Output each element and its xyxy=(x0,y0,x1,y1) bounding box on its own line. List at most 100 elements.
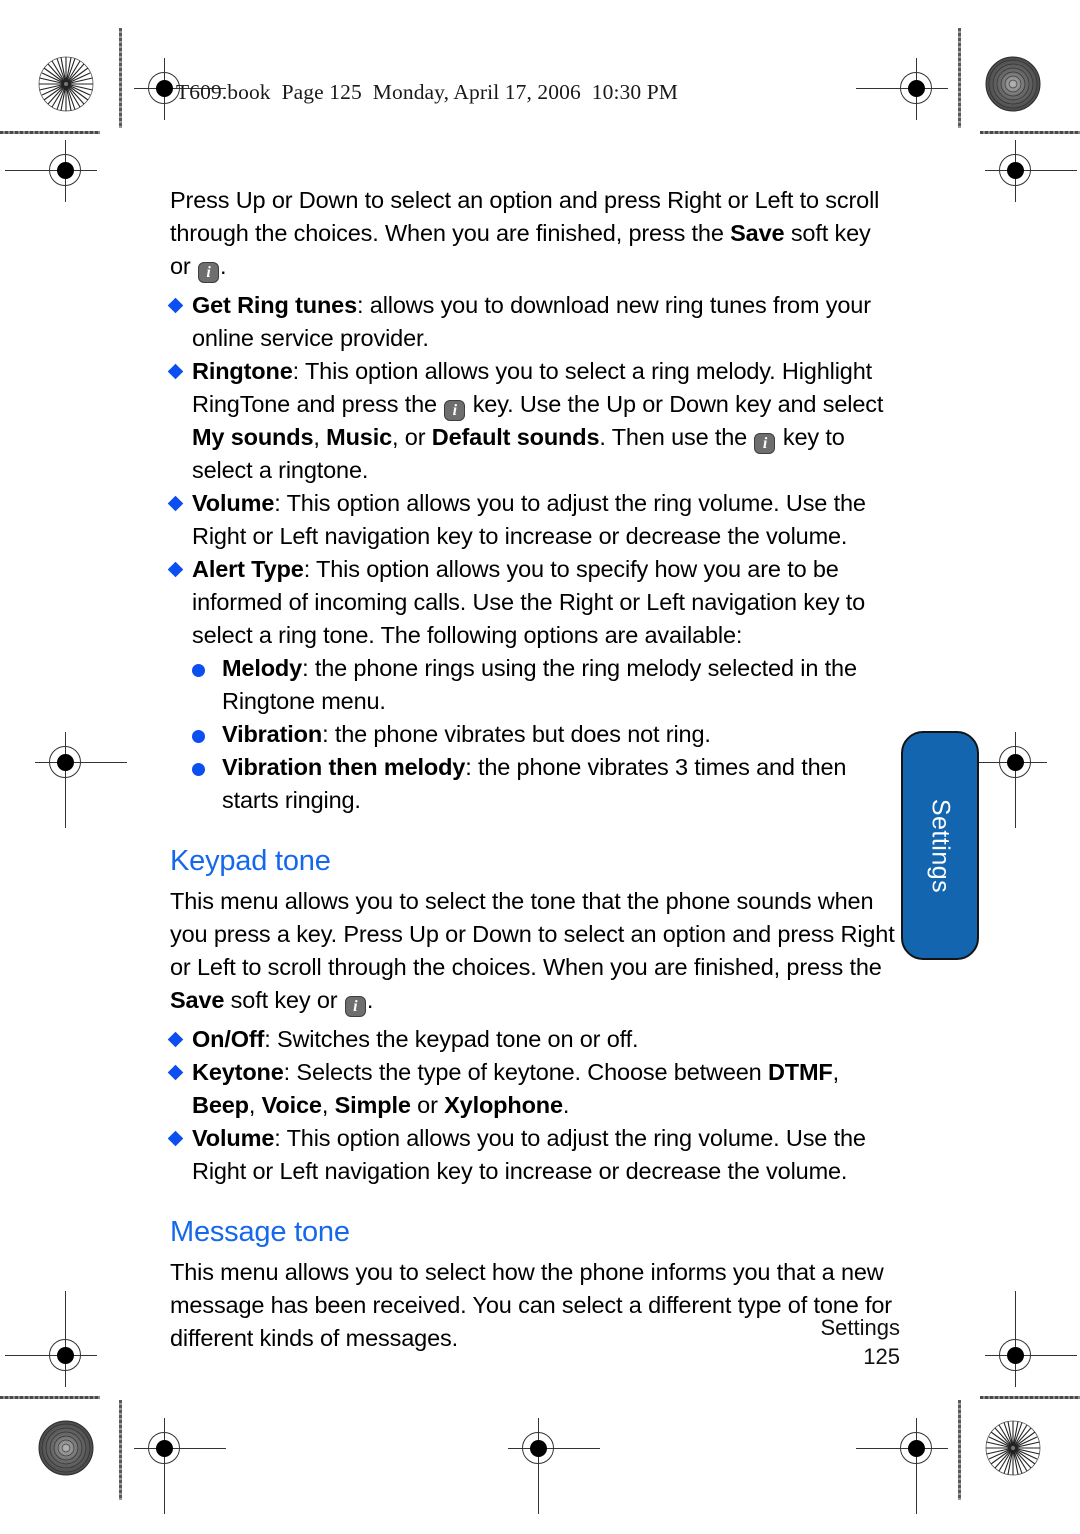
term-melody: Melody xyxy=(222,655,303,681)
rosette-icon xyxy=(985,1420,1041,1476)
rosette-mark-top-left xyxy=(38,56,94,112)
list-item-ringtone: Ringtone: This option allows you to sele… xyxy=(167,355,896,487)
side-thumb-tab-label: Settings xyxy=(926,798,955,893)
crop-rule-left-bottom xyxy=(119,1400,122,1500)
rosette-icon xyxy=(38,56,94,112)
list-item-volume: Volume: This option allows you to adjust… xyxy=(167,487,896,553)
term-get-ring-tunes: Get Ring tunes xyxy=(192,292,358,318)
diamond-bullet-icon xyxy=(167,1130,184,1147)
diamond-bullet-icon xyxy=(167,1064,184,1081)
list-item-keytone: Keytone: Selects the type of keytone. Ch… xyxy=(167,1056,896,1122)
rosette-icon xyxy=(985,56,1041,112)
rosette-icon xyxy=(38,1420,94,1476)
keytone-sep-2: , xyxy=(248,1092,262,1118)
crosshair-dot xyxy=(908,1440,925,1457)
sound-settings-bullet-list: Get Ring tunes: allows you to download n… xyxy=(167,289,896,652)
rosette-mark-bottom-left xyxy=(38,1420,94,1476)
keypad-tone-paragraph: This menu allows you to select the tone … xyxy=(170,885,896,1017)
crosshair-mark-bottom-left xyxy=(134,1418,226,1514)
keytone-sep-4: or xyxy=(410,1092,445,1118)
crosshair-mark-top-right xyxy=(856,58,948,120)
page-content: Press Up or Down to select an option and… xyxy=(167,184,896,1361)
list-item-vibration-then-melody: Vibration then melody: the phone vibrate… xyxy=(170,751,896,817)
keytone-option-dtmf: DTMF xyxy=(767,1059,833,1085)
desc-keytone: : Selects the type of keytone. Choose be… xyxy=(283,1059,768,1085)
list-item-get-ring-tunes: Get Ring tunes: allows you to download n… xyxy=(167,289,896,355)
phone-key-icon: i xyxy=(197,262,219,283)
desc-ringtone-2: key. Use the Up or Down key and select xyxy=(466,391,884,417)
sep-a: , xyxy=(313,424,327,450)
crosshair-mark-bottom-center xyxy=(508,1418,600,1514)
keypad-text-2: soft key or xyxy=(224,987,344,1013)
keypad-text-1: This menu allows you to select the tone … xyxy=(170,888,895,980)
diamond-bullet-icon xyxy=(167,297,184,314)
diamond-bullet-icon xyxy=(167,1031,184,1048)
term-volume: Volume xyxy=(192,490,275,516)
footer-page-number: 125 xyxy=(863,1344,900,1369)
desc-keypad-volume: : This option allows you to adjust the r… xyxy=(192,1125,866,1184)
crosshair-dot xyxy=(530,1440,547,1457)
crosshair-mark-lower-left-inner xyxy=(5,1291,97,1387)
message-tone-paragraph: This menu allows you to select how the p… xyxy=(170,1259,892,1351)
crosshair-mark-upper-right-inner xyxy=(985,140,1077,202)
side-thumb-tab: Settings xyxy=(901,731,979,960)
rosette-mark-top-right xyxy=(985,56,1041,112)
diamond-bullet-icon xyxy=(167,363,184,380)
crop-rule-top-left xyxy=(0,131,100,134)
round-bullet-icon xyxy=(192,664,205,677)
crop-rule-right-bottom xyxy=(958,1400,961,1500)
desc-ringtone-3: . Then use the xyxy=(599,424,754,450)
diamond-bullet-icon xyxy=(167,495,184,512)
keytone-tail: . xyxy=(562,1092,570,1118)
desc-vibration: : the phone vibrates but does not ring. xyxy=(322,721,711,747)
keytone-option-xylophone: Xylophone xyxy=(444,1092,563,1118)
crosshair-dot xyxy=(1007,754,1024,771)
phone-key-icon: i xyxy=(444,400,466,421)
keypad-text-3: . xyxy=(366,987,374,1013)
round-bullet-icon xyxy=(192,730,205,743)
crosshair-mark-middle-left xyxy=(35,732,127,828)
crosshair-dot xyxy=(908,80,925,97)
crosshair-dot xyxy=(156,80,173,97)
crosshair-dot xyxy=(156,1440,173,1457)
keytone-sep-1: , xyxy=(832,1059,840,1085)
footer-section-name: Settings xyxy=(820,1315,901,1340)
section-heading-message-tone: Message tone xyxy=(170,1216,350,1248)
desc-melody: : the phone rings using the ring melody … xyxy=(222,655,857,714)
phone-key-icon: i xyxy=(754,433,776,454)
list-item-vibration: Vibration: the phone vibrates but does n… xyxy=(170,718,896,751)
crosshair-dot xyxy=(57,1347,74,1364)
desc-on-off: : Switches the keypad tone on or off. xyxy=(264,1026,639,1052)
crosshair-dot xyxy=(1007,1347,1024,1364)
crop-rule-bottom-right xyxy=(980,1396,1080,1399)
keytone-option-beep: Beep xyxy=(192,1092,249,1118)
crop-rule-left-top xyxy=(119,28,122,128)
crosshair-mark-lower-right-inner xyxy=(985,1291,1077,1387)
term-vibration-then-melody: Vibration then melody xyxy=(222,754,466,780)
keytone-sep-3: , xyxy=(321,1092,335,1118)
book-header-line: T609.book Page 125 Monday, April 17, 200… xyxy=(176,80,678,104)
keypad-tone-bullet-list: On/Off: Switches the keypad tone on or o… xyxy=(167,1023,896,1188)
term-keypad-volume: Volume xyxy=(192,1125,275,1151)
option-my-sounds: My sounds xyxy=(192,424,314,450)
term-on-off: On/Off xyxy=(192,1026,265,1052)
page-footer: Settings 125 xyxy=(821,1313,901,1371)
crop-rule-top-right xyxy=(980,131,1080,134)
term-keytone: Keytone xyxy=(192,1059,284,1085)
phone-key-icon: i xyxy=(344,996,366,1017)
list-item-keypad-volume: Volume: This option allows you to adjust… xyxy=(167,1122,896,1188)
crosshair-mark-bottom-right xyxy=(856,1418,948,1514)
crosshair-mark-middle-right xyxy=(955,732,1047,828)
sep-b: , or xyxy=(392,424,432,450)
round-bullet-icon xyxy=(192,763,205,776)
crosshair-dot xyxy=(57,162,74,179)
diamond-bullet-icon xyxy=(167,561,184,578)
term-vibration: Vibration xyxy=(222,721,323,747)
desc-volume: : This option allows you to adjust the r… xyxy=(192,490,866,549)
rosette-mark-bottom-right xyxy=(985,1420,1041,1476)
alert-type-option-list: Melody: the phone rings using the ring m… xyxy=(170,652,896,817)
list-item-melody: Melody: the phone rings using the ring m… xyxy=(170,652,896,718)
intro-text-3: . xyxy=(219,253,227,279)
keytone-option-voice: Voice xyxy=(261,1092,322,1118)
intro-save-label: Save xyxy=(730,220,785,246)
